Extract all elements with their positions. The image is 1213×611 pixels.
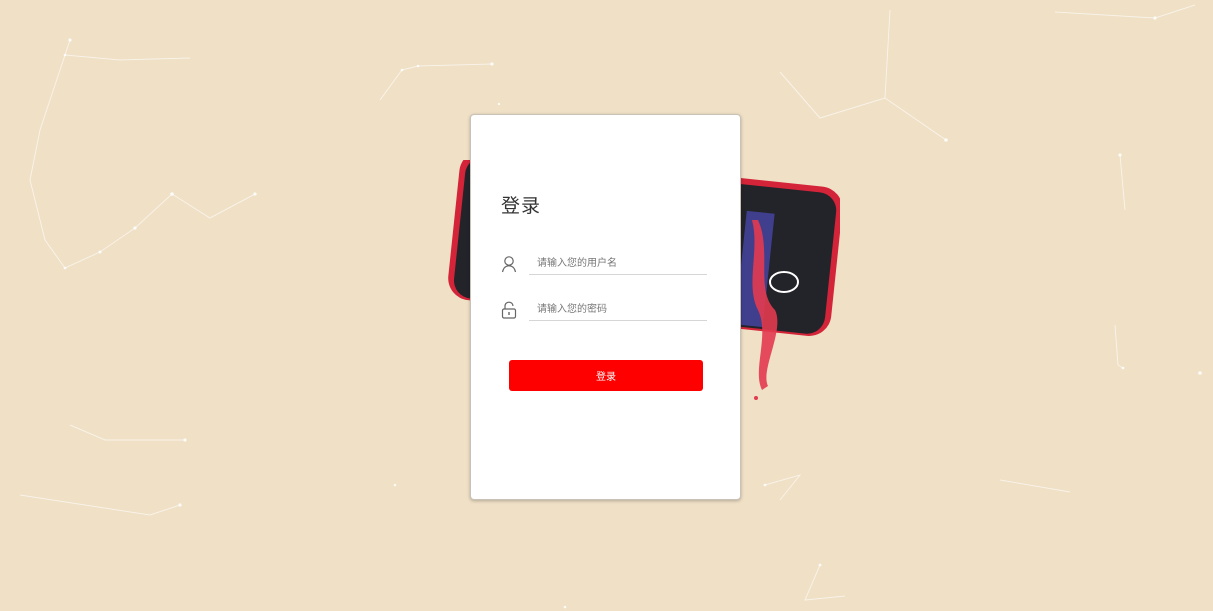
login-button[interactable]: 登录: [509, 360, 703, 391]
password-input[interactable]: [529, 299, 707, 321]
lock-icon: [501, 301, 517, 319]
login-page: 登录 登录: [0, 0, 1213, 611]
username-input[interactable]: [529, 253, 707, 275]
login-card: 登录 登录: [470, 114, 741, 500]
login-title: 登录: [501, 195, 542, 217]
username-field: [501, 253, 707, 277]
user-icon: [501, 256, 517, 273]
password-field: [501, 299, 707, 323]
